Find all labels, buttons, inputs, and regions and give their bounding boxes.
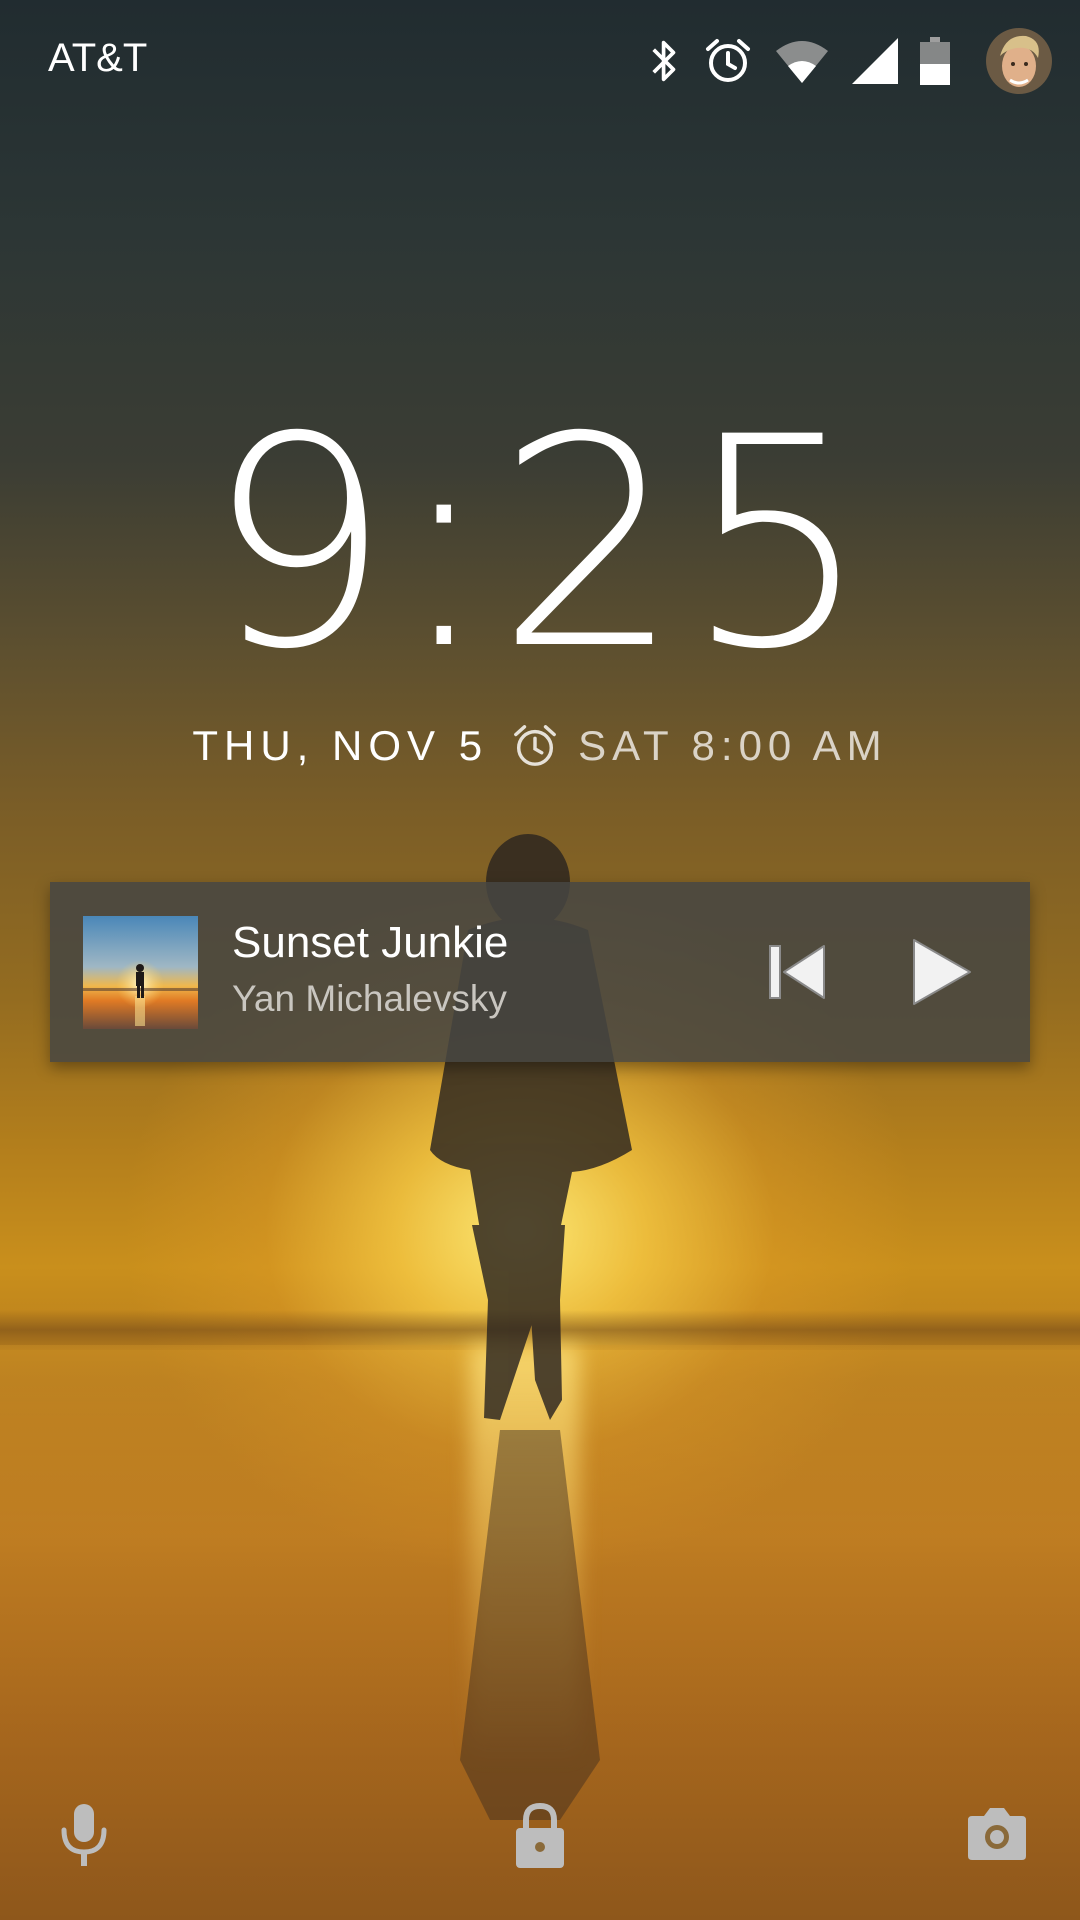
status-icons [626,26,1052,96]
date-alarm-line: THU, NOV 5 SAT 8:00 AM [0,722,1080,770]
alarm-icon [706,39,750,82]
battery-icon [920,37,950,85]
microphone-icon[interactable] [56,1800,112,1868]
carrier-label: AT&T [48,36,148,80]
play-icon[interactable] [900,930,980,1014]
next-alarm-label: SAT 8:00 AM [578,722,888,769]
cell-signal-icon [852,38,898,84]
avatar[interactable] [986,28,1052,94]
lockscreen-clock: 9:25 [206,376,874,713]
album-art [83,916,198,1029]
next-alarm-icon [514,725,556,766]
track-title: Sunset Junkie [232,918,509,967]
wifi-icon [776,41,828,83]
camera-icon[interactable] [966,1806,1028,1860]
bluetooth-icon [652,40,676,82]
lock-icon[interactable] [514,1802,566,1868]
status-bar: AT&T [0,0,1080,120]
track-artist: Yan Michalevsky [232,978,507,1019]
date-label: THU, NOV 5 [192,722,489,769]
media-notification[interactable]: Sunset Junkie Yan Michalevsky [50,882,1030,1062]
previous-icon[interactable] [758,932,838,1012]
lock-screen: AT&T 9:25 THU, NOV 5 SAT 8:00 AM Sunset … [0,0,1080,1920]
